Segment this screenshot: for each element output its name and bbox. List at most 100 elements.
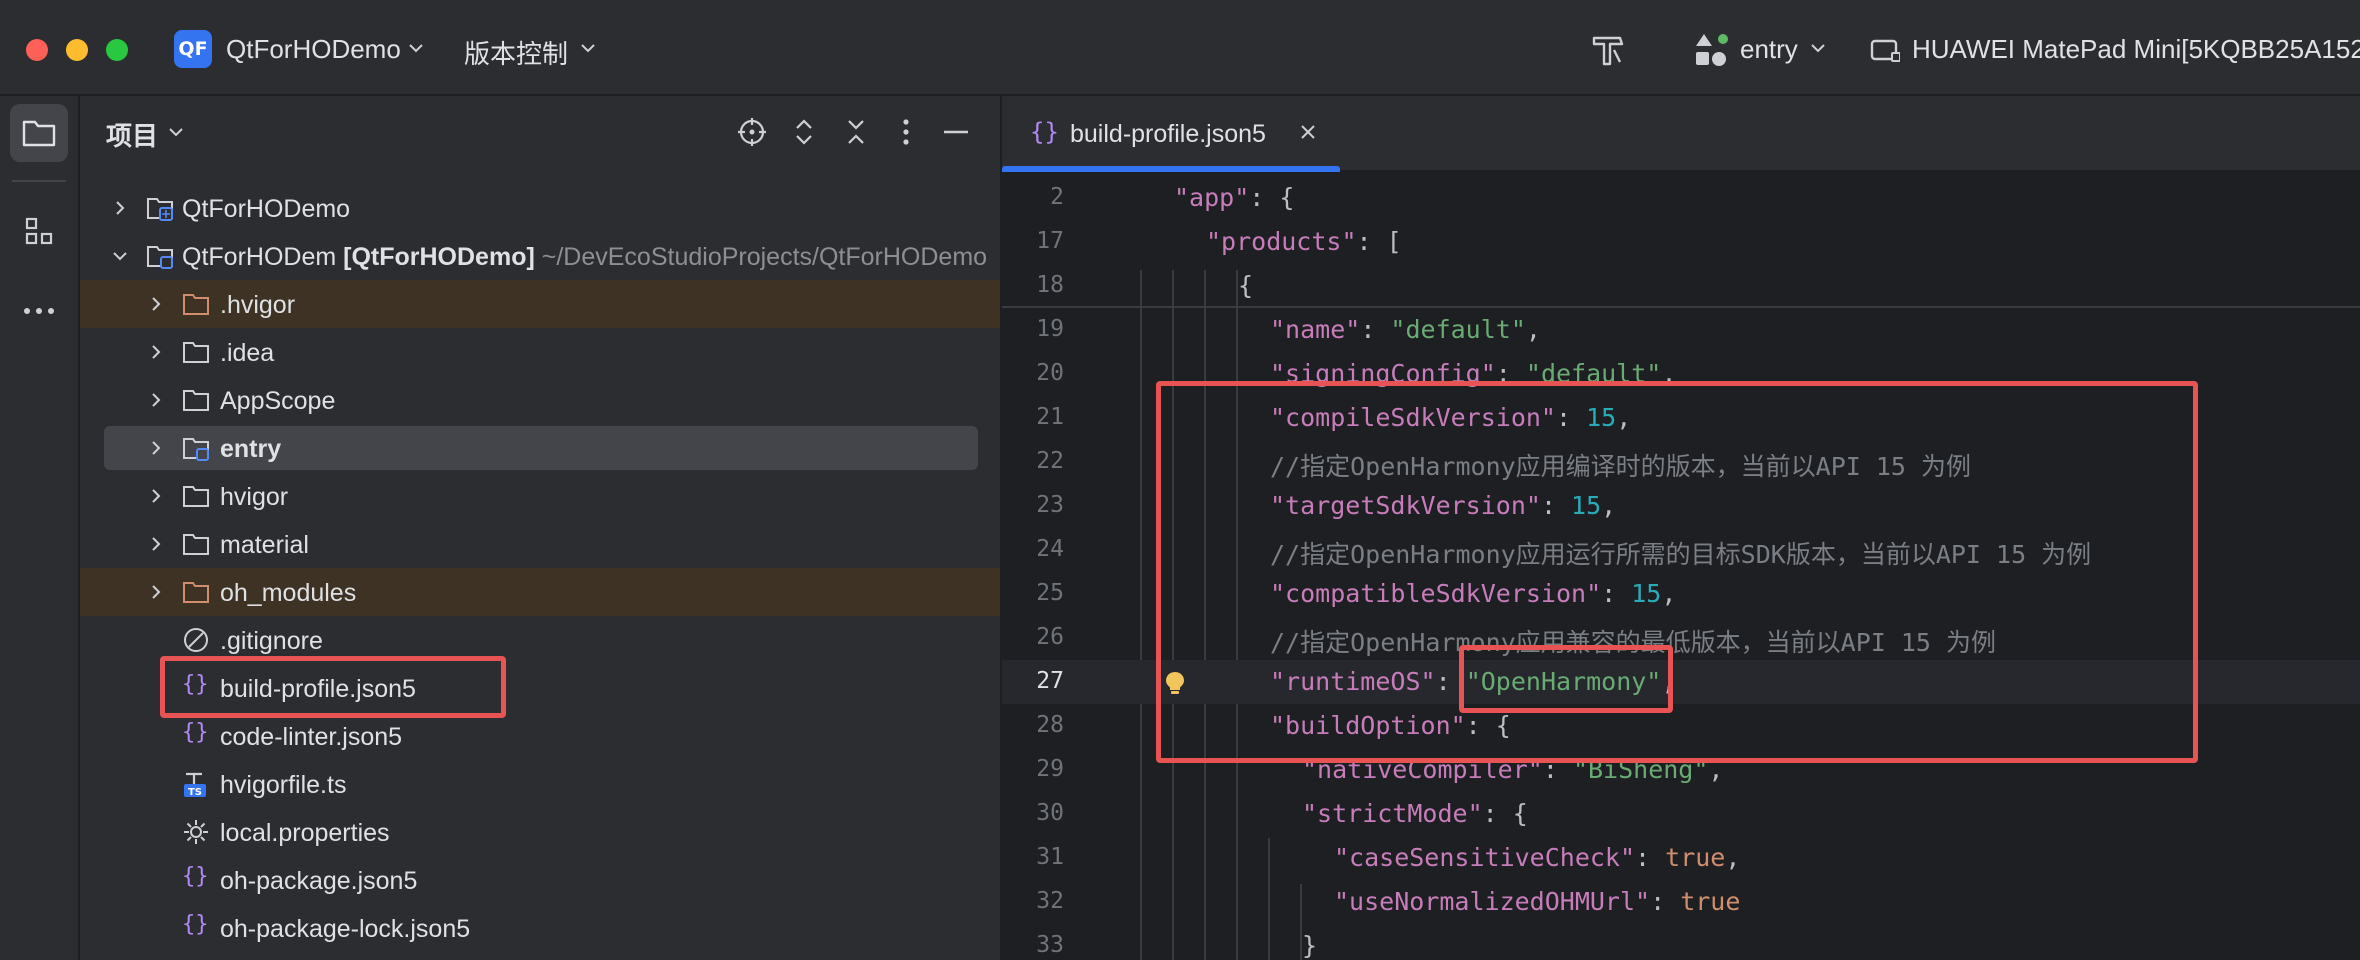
code-line[interactable]: 17 "products": [ [1002, 220, 2360, 264]
line-number[interactable]: 24 [1002, 536, 1064, 562]
code-line[interactable]: 31 "caseSensitiveCheck": true, [1002, 836, 2360, 880]
code-text: "caseSensitiveCheck": true, [1334, 843, 1740, 872]
line-number[interactable]: 28 [1002, 712, 1064, 738]
run-config-selector[interactable]: entry [1740, 34, 1798, 65]
code-token: "default" [1390, 315, 1526, 344]
tree-item-root-module[interactable]: QtForHODem [QtForHODemo] ~/DevEcoStudioP… [80, 232, 1000, 280]
module-tag: [QtForHODemo] [343, 243, 535, 271]
vcs-menu[interactable]: 版本控制 [464, 34, 568, 71]
ts-file-icon: TS [184, 772, 206, 798]
code-token: "name" [1270, 315, 1361, 344]
tree-item-entry[interactable]: entry [80, 424, 1000, 472]
json-file-icon: {} [182, 912, 209, 937]
module-config-icon[interactable] [1692, 30, 1732, 70]
json-file-icon: {} [182, 864, 209, 889]
chevron-right-icon[interactable] [110, 198, 130, 218]
excluded-folder-icon [183, 582, 209, 603]
hide-panel-icon[interactable] [940, 116, 972, 148]
line-number[interactable]: 21 [1002, 404, 1064, 430]
tree-item[interactable]: material [80, 520, 1000, 568]
chevron-right-icon[interactable] [146, 486, 166, 506]
locate-file-icon[interactable] [736, 116, 768, 148]
code-line[interactable]: 33} [1002, 924, 2360, 960]
code-line[interactable]: 2 "app": { [1002, 176, 2360, 220]
tree-item[interactable]: QtForHODemo [80, 184, 1000, 232]
chevron-right-icon[interactable] [146, 390, 166, 410]
code-token: { [1238, 271, 1254, 300]
build-hammer-icon[interactable] [1588, 30, 1628, 70]
expand-all-icon[interactable] [788, 116, 820, 148]
line-number[interactable]: 32 [1002, 888, 1064, 914]
code-token: , [1725, 843, 1741, 872]
tree-item[interactable]: {} oh-package-lock.json5 [80, 904, 1000, 952]
options-menu-icon[interactable] [890, 116, 922, 148]
line-number[interactable]: 19 [1002, 316, 1064, 342]
tree-item-label: AppScope [220, 387, 336, 415]
tree-item[interactable]: hvigor [80, 472, 1000, 520]
line-number[interactable]: 29 [1002, 756, 1064, 782]
chevron-right-icon[interactable] [146, 582, 166, 602]
code-line[interactable]: 18 { [1002, 264, 2360, 308]
tree-item-label: .idea [220, 339, 275, 367]
code-token: : [ [1356, 227, 1402, 256]
code-line[interactable]: 32 "useNormalizedOHMUrl": true [1002, 880, 2360, 924]
properties-file-icon [184, 820, 208, 844]
tree-item[interactable]: {} oh-package.json5 [80, 856, 1000, 904]
tree-item[interactable]: .idea [80, 328, 1000, 376]
tree-item[interactable]: TS hvigorfile.ts [80, 760, 1000, 808]
line-number[interactable]: 26 [1002, 624, 1064, 650]
project-panel-header: 项目 [80, 96, 1000, 168]
chevron-down-icon[interactable] [110, 246, 130, 266]
code-text: { [1238, 271, 1253, 300]
folder-icon [183, 390, 209, 411]
code-token: : [1650, 887, 1681, 916]
tree-item-label: .hvigor [220, 291, 296, 319]
line-number[interactable]: 33 [1002, 932, 1064, 958]
code-token: : [1360, 315, 1391, 344]
device-selector[interactable]: HUAWEI MatePad Mini[5KQBB25A152 [1912, 34, 2360, 65]
tree-item[interactable]: AppScope [80, 376, 1000, 424]
title-bar: QF QtForHODemo 版本控制 entry HUAWEI MatePad… [0, 0, 2360, 96]
tree-item[interactable]: {} code-linter.json5 [80, 712, 1000, 760]
line-number[interactable]: 22 [1002, 448, 1064, 474]
project-tool-button[interactable] [10, 104, 68, 162]
line-number[interactable]: 18 [1002, 272, 1064, 298]
line-number[interactable]: 23 [1002, 492, 1064, 518]
line-number[interactable]: 20 [1002, 360, 1064, 386]
chevron-right-icon[interactable] [146, 294, 166, 314]
tree-item-label: entry [220, 435, 282, 463]
line-number[interactable]: 17 [1002, 228, 1064, 254]
tree-item[interactable]: .hvigor [80, 280, 1000, 328]
folder-icon [183, 486, 209, 507]
zoom-window-button[interactable] [106, 39, 128, 61]
tab-build-profile[interactable]: {} build-profile.json5 [1002, 96, 1340, 172]
code-token: : { [1482, 799, 1528, 828]
close-icon[interactable] [1298, 122, 1318, 142]
project-panel-title[interactable]: 项目 [106, 116, 158, 153]
project-switcher[interactable]: QtForHODemo [226, 34, 401, 65]
tree-item[interactable]: oh_modules [80, 568, 1000, 616]
line-number[interactable]: 27 [1002, 668, 1064, 694]
project-badge[interactable]: QF [174, 30, 212, 68]
chevron-right-icon[interactable] [146, 438, 166, 458]
code-line[interactable]: 30 "strictMode": { [1002, 792, 2360, 836]
line-number[interactable]: 25 [1002, 580, 1064, 606]
code-line[interactable]: 19 "name": "default", [1002, 308, 2360, 352]
svg-text:TS: TS [188, 787, 202, 798]
tree-item[interactable]: local.properties [80, 808, 1000, 856]
close-window-button[interactable] [26, 39, 48, 61]
code-token: , [1525, 315, 1541, 344]
more-horizontal-icon [24, 308, 54, 314]
line-number[interactable]: 30 [1002, 800, 1064, 826]
module-icon [147, 198, 173, 221]
code-text: } [1302, 931, 1317, 960]
collapse-all-icon[interactable] [840, 116, 872, 148]
module-name: QtForHODem [182, 243, 337, 271]
line-number[interactable]: 2 [1002, 184, 1064, 210]
chevron-right-icon[interactable] [146, 534, 166, 554]
line-number[interactable]: 31 [1002, 844, 1064, 870]
structure-tool-button[interactable] [10, 202, 68, 260]
minimize-window-button[interactable] [66, 39, 88, 61]
chevron-right-icon[interactable] [146, 342, 166, 362]
more-tools-button[interactable] [10, 282, 68, 340]
